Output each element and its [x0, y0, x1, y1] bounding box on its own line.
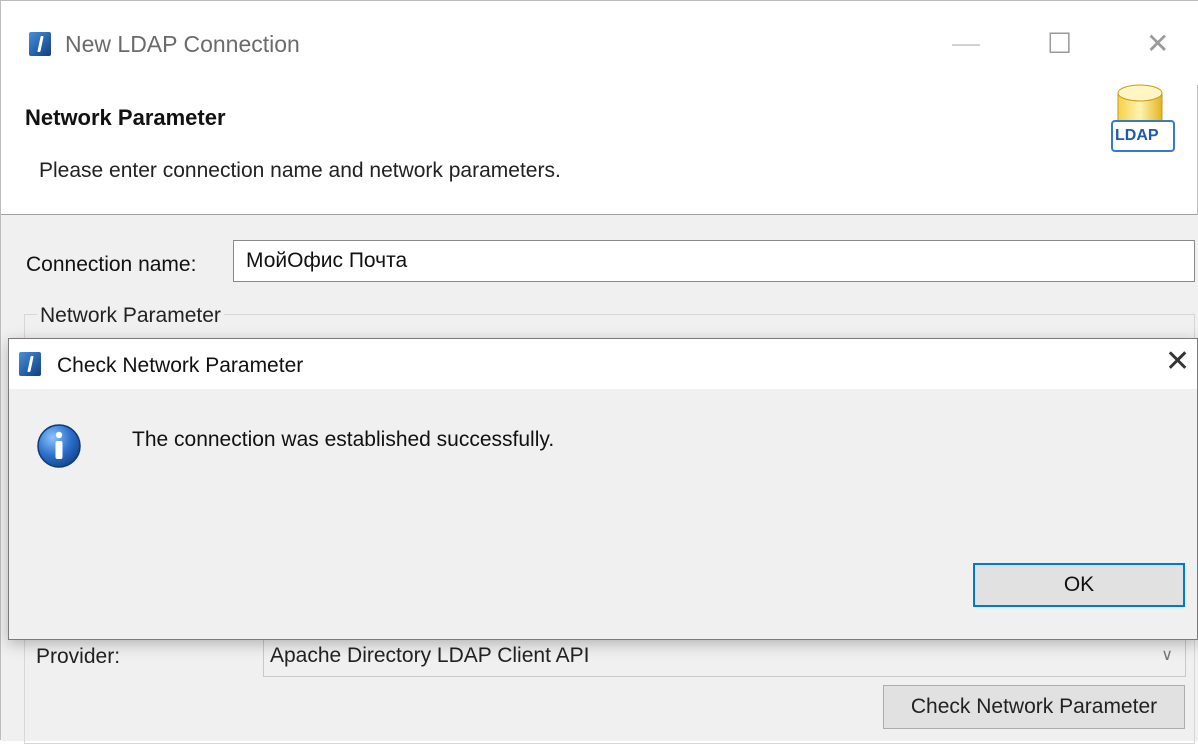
check-network-parameter-dialog: Check Network Parameter ✕ The connection… [8, 338, 1198, 640]
dialog-title: Check Network Parameter [57, 354, 304, 377]
info-icon [36, 423, 82, 469]
ldap-database-icon: LDAP [1106, 81, 1180, 159]
network-parameter-group-label: Network Parameter [37, 304, 224, 328]
page-title: Network Parameter [25, 105, 226, 130]
dialog-titlebar[interactable]: Check Network Parameter ✕ [9, 339, 1197, 389]
provider-select-value: Apache Directory LDAP Client API [270, 644, 590, 667]
connection-name-label: Connection name: [26, 253, 197, 276]
provider-label: Provider: [36, 645, 121, 668]
dialog-app-icon [19, 352, 41, 376]
page-description: Please enter connection name and network… [39, 159, 561, 182]
dialog-close-button[interactable]: ✕ [1165, 347, 1190, 377]
minimize-button[interactable]: — [952, 29, 980, 57]
provider-select[interactable]: Apache Directory LDAP Client API ∨ [263, 635, 1186, 677]
check-network-parameter-button[interactable]: Check Network Parameter [883, 685, 1185, 729]
close-button[interactable]: ✕ [1146, 30, 1169, 58]
app-icon [29, 32, 51, 56]
ok-button[interactable]: OK [973, 563, 1185, 607]
dialog-message: The connection was established successfu… [132, 428, 555, 451]
ldap-badge-text: LDAP [1115, 127, 1159, 144]
chevron-down-icon[interactable]: ∨ [1161, 636, 1173, 676]
main-titlebar[interactable]: New LDAP Connection — ☐ ✕ [1, 1, 1198, 85]
connection-name-input[interactable]: МойОфис Почта [233, 240, 1195, 282]
maximize-button[interactable]: ☐ [1047, 30, 1072, 58]
window-title: New LDAP Connection [65, 31, 300, 57]
